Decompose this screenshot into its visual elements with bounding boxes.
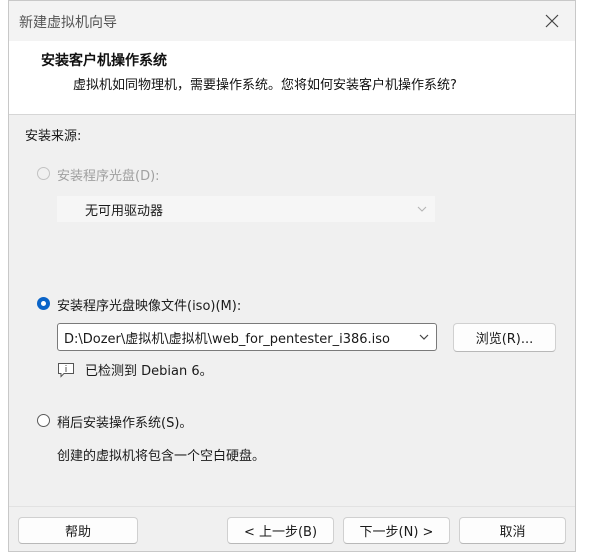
- window-title: 新建虚拟机向导: [19, 15, 117, 31]
- radio-iso-image[interactable]: [37, 297, 50, 310]
- back-button[interactable]: < 上一步(B): [227, 517, 334, 544]
- next-button[interactable]: 下一步(N) >: [343, 517, 450, 544]
- chevron-down-icon[interactable]: [418, 331, 430, 343]
- install-source-label: 安装来源:: [25, 129, 82, 144]
- radio-install-later-label: 稍后安装操作系统(S)。: [57, 416, 193, 431]
- page-subtitle: 虚拟机如同物理机，需要操作系统。您将如何安装客户机操作系统?: [73, 78, 457, 93]
- drive-select[interactable]: 无可用驱动器: [57, 196, 435, 222]
- title-bar[interactable]: 新建虚拟机向导: [9, 1, 575, 41]
- close-icon: [545, 14, 559, 28]
- radio-installer-disc[interactable]: [37, 167, 50, 180]
- wizard-header: 安装客户机操作系统 虚拟机如同物理机，需要操作系统。您将如何安装客户机操作系统?: [9, 41, 575, 115]
- radio-install-later[interactable]: [37, 414, 50, 427]
- page-title: 安装客户机操作系统: [41, 53, 167, 69]
- footer-divider: [9, 506, 575, 507]
- drive-select-value: 无可用驱动器: [85, 203, 164, 219]
- help-button[interactable]: 帮助: [18, 517, 138, 544]
- iso-path-combobox[interactable]: D:\Dozer\虚拟机\虚拟机\web_for_pentester_i386.…: [57, 323, 437, 351]
- cancel-button[interactable]: 取消: [459, 517, 566, 544]
- detection-text: 已检测到 Debian 6。: [85, 364, 213, 379]
- info-icon: [58, 362, 74, 378]
- radio-iso-image-label: 安装程序光盘映像文件(iso)(M):: [57, 299, 242, 314]
- close-button[interactable]: [537, 7, 567, 35]
- iso-path-value: D:\Dozer\虚拟机\虚拟机\web_for_pentester_i386.…: [64, 331, 390, 347]
- radio-installer-disc-label: 安装程序光盘(D):: [57, 169, 160, 184]
- wizard-window: 新建虚拟机向导 安装客户机操作系统 虚拟机如同物理机，需要操作系统。您将如何安装…: [8, 0, 576, 552]
- detection-info: 已检测到 Debian 6。: [57, 360, 213, 379]
- chevron-down-icon: [417, 206, 427, 212]
- install-later-description: 创建的虚拟机将包含一个空白硬盘。: [57, 449, 266, 464]
- browse-button[interactable]: 浏览(R)...: [453, 323, 556, 352]
